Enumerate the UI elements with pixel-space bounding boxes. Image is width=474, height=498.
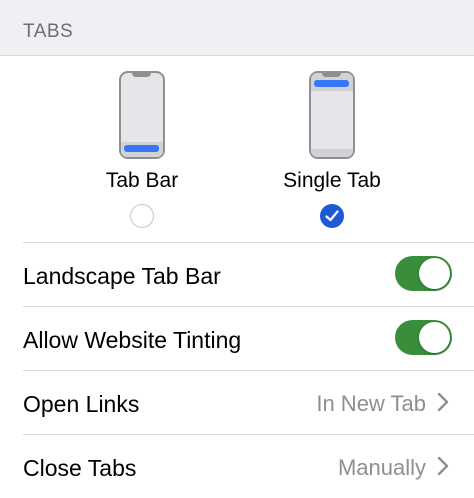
- single-tab-label: Single Tab: [283, 169, 381, 192]
- tab-bar-radio[interactable]: [130, 204, 154, 228]
- allow-website-tinting-toggle[interactable]: [395, 320, 452, 355]
- chevron-right-icon: [437, 456, 449, 476]
- chevron-right-icon: [437, 392, 449, 412]
- tab-layout-picker: Tab Bar Single Tab: [0, 56, 474, 242]
- section-header: TABS: [0, 0, 474, 56]
- allow-website-tinting-label: Allow Website Tinting: [23, 327, 242, 353]
- open-links-row[interactable]: Open Links In New Tab: [0, 370, 474, 434]
- phone-tab-bar-icon: [119, 71, 165, 159]
- open-links-value: In New Tab: [316, 391, 426, 416]
- open-links-label: Open Links: [23, 391, 140, 417]
- allow-website-tinting-row: Allow Website Tinting: [0, 306, 474, 370]
- single-tab-radio[interactable]: [320, 204, 344, 228]
- checkmark-icon: [325, 210, 339, 222]
- close-tabs-label: Close Tabs: [23, 455, 137, 481]
- section-title: TABS: [23, 21, 74, 42]
- phone-single-tab-icon: [309, 71, 355, 159]
- close-tabs-row[interactable]: Close Tabs Manually: [0, 434, 474, 498]
- landscape-tab-bar-label: Landscape Tab Bar: [23, 263, 221, 289]
- tab-bar-option[interactable]: Tab Bar: [62, 56, 222, 242]
- landscape-tab-bar-row: Landscape Tab Bar: [0, 242, 474, 306]
- single-tab-option[interactable]: Single Tab: [252, 56, 412, 242]
- landscape-tab-bar-toggle[interactable]: [395, 256, 452, 291]
- tab-bar-label: Tab Bar: [105, 169, 179, 192]
- close-tabs-value: Manually: [337, 455, 426, 480]
